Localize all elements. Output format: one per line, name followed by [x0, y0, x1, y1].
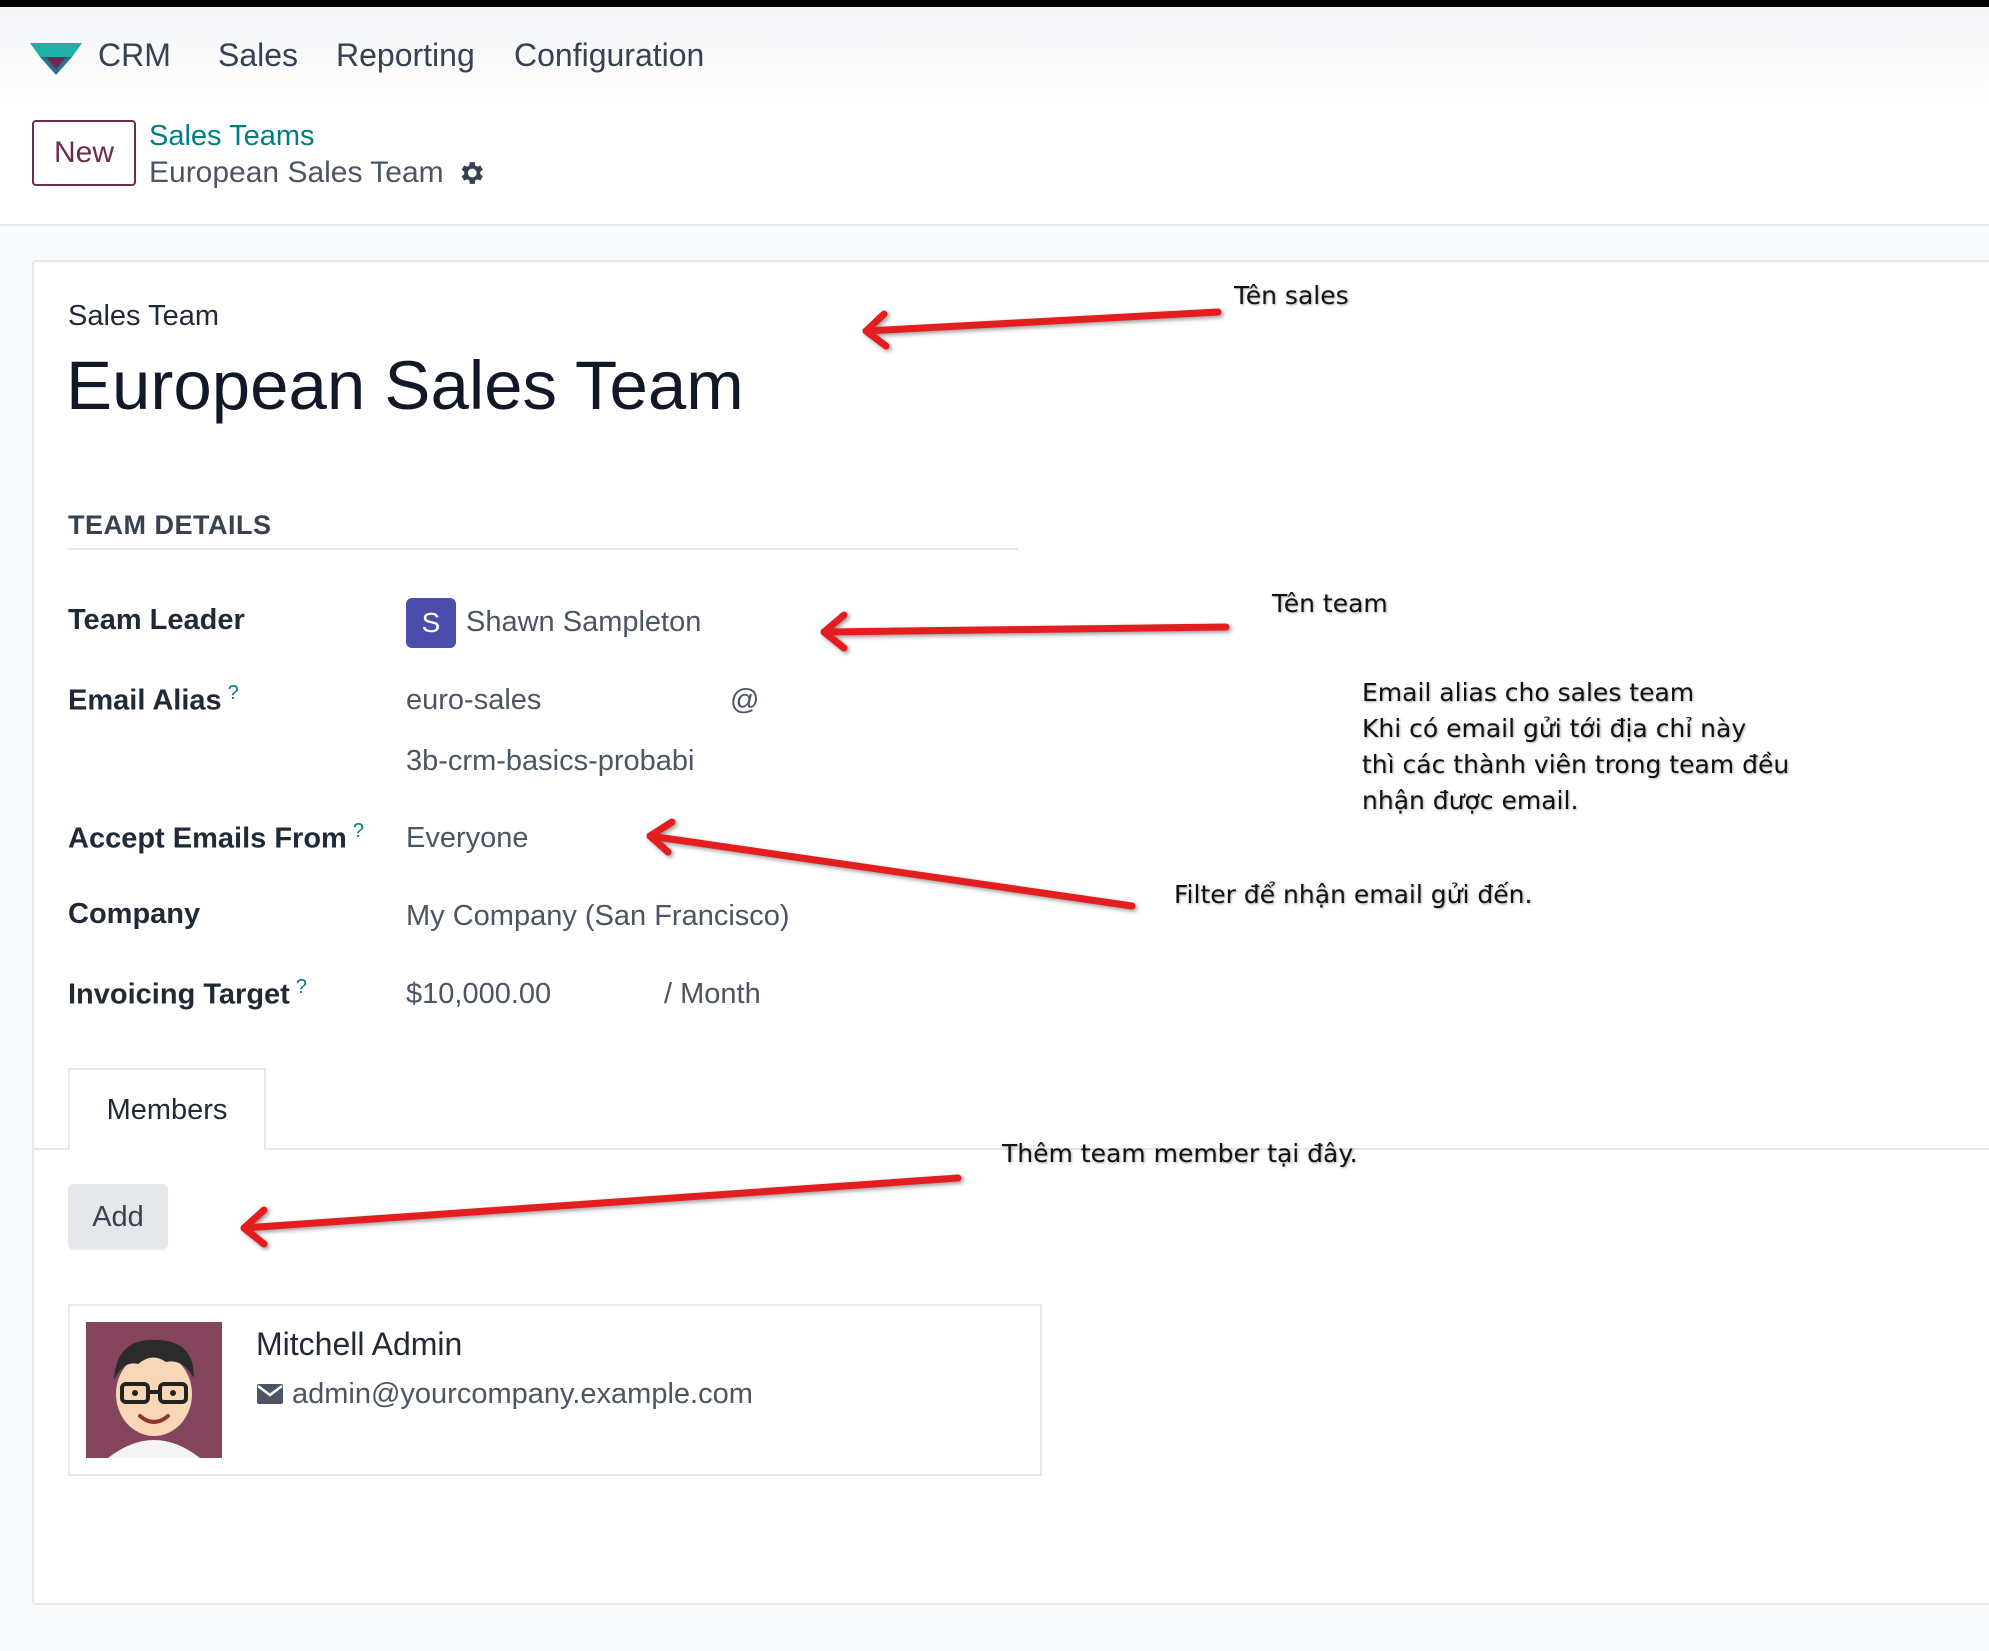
menu-reporting[interactable]: Reporting: [336, 37, 475, 74]
annotation-filter: Filter để nhận email gửi đến.: [1174, 880, 1533, 909]
annotation-email-alias-line: Khi có email gửi tới địa chỉ này: [1362, 714, 1747, 743]
team-name-field[interactable]: European Sales Team: [66, 346, 744, 425]
menu-configuration[interactable]: Configuration: [514, 37, 704, 74]
accept-emails-label: Accept Emails From?: [68, 820, 364, 856]
member-email: admin@yourcompany.example.com: [292, 1378, 753, 1410]
envelope-icon: [257, 1384, 283, 1404]
annotation-ten-sales: Tên sales: [1234, 281, 1349, 310]
help-icon[interactable]: ?: [228, 682, 239, 704]
top-border: [0, 0, 1989, 7]
email-alias-label-text: Email Alias: [68, 684, 222, 717]
navbar: CRM Sales Reporting Configuration: [0, 7, 1989, 104]
avatar: S: [406, 598, 456, 648]
invoicing-target-field[interactable]: $10,000.00: [406, 978, 551, 1011]
team-leader-field[interactable]: Shawn Sampleton: [466, 606, 701, 639]
breadcrumb-current: European Sales Team: [149, 156, 444, 189]
member-avatar-image: [86, 1322, 222, 1458]
annotation-email-alias-line: Email alias cho sales team: [1362, 678, 1695, 707]
invoicing-target-label-text: Invoicing Target: [68, 978, 290, 1011]
email-alias-label: Email Alias?: [68, 682, 239, 718]
control-panel: New Sales Teams European Sales Team: [0, 104, 1989, 226]
annotation-email-alias-line: thì các thành viên trong team đều: [1362, 750, 1790, 779]
accept-emails-label-text: Accept Emails From: [68, 822, 347, 855]
team-leader-label: Team Leader: [68, 604, 245, 636]
email-alias-field[interactable]: euro-sales: [406, 684, 541, 717]
member-email-line: admin@yourcompany.example.com: [256, 1378, 753, 1411]
section-divider: [68, 548, 1018, 550]
tab-members[interactable]: Members: [68, 1068, 266, 1150]
breadcrumb-sales-teams[interactable]: Sales Teams: [149, 120, 315, 153]
invoicing-period: / Month: [664, 978, 761, 1010]
gear-icon[interactable]: [456, 158, 486, 188]
company-label: Company: [68, 898, 201, 930]
new-button[interactable]: New: [32, 120, 136, 186]
form-label: Sales Team: [68, 300, 219, 332]
annotation-them-member: Thêm team member tại đây.: [1002, 1139, 1358, 1168]
annotation-ten-team: Tên team: [1272, 589, 1388, 618]
section-title: TEAM DETAILS: [68, 510, 272, 540]
annotation-email-alias-line: nhận được email.: [1362, 786, 1579, 815]
invoicing-target-label: Invoicing Target?: [68, 976, 307, 1012]
add-member-button[interactable]: Add: [68, 1184, 168, 1250]
email-alias-domain[interactable]: 3b-crm-basics-probabi: [406, 745, 695, 778]
annotation-email-alias: Email alias cho sales team Khi có email …: [1362, 675, 1789, 819]
help-icon[interactable]: ?: [296, 976, 307, 998]
menu-sales[interactable]: Sales: [218, 37, 298, 74]
accept-emails-field[interactable]: Everyone: [406, 822, 529, 855]
member-name: Mitchell Admin: [256, 1326, 463, 1362]
crm-logo-icon[interactable]: [28, 37, 84, 77]
email-alias-at: @: [730, 684, 760, 716]
app-name[interactable]: CRM: [98, 37, 171, 74]
help-icon[interactable]: ?: [353, 820, 364, 842]
company-field[interactable]: My Company (San Francisco): [406, 900, 790, 933]
